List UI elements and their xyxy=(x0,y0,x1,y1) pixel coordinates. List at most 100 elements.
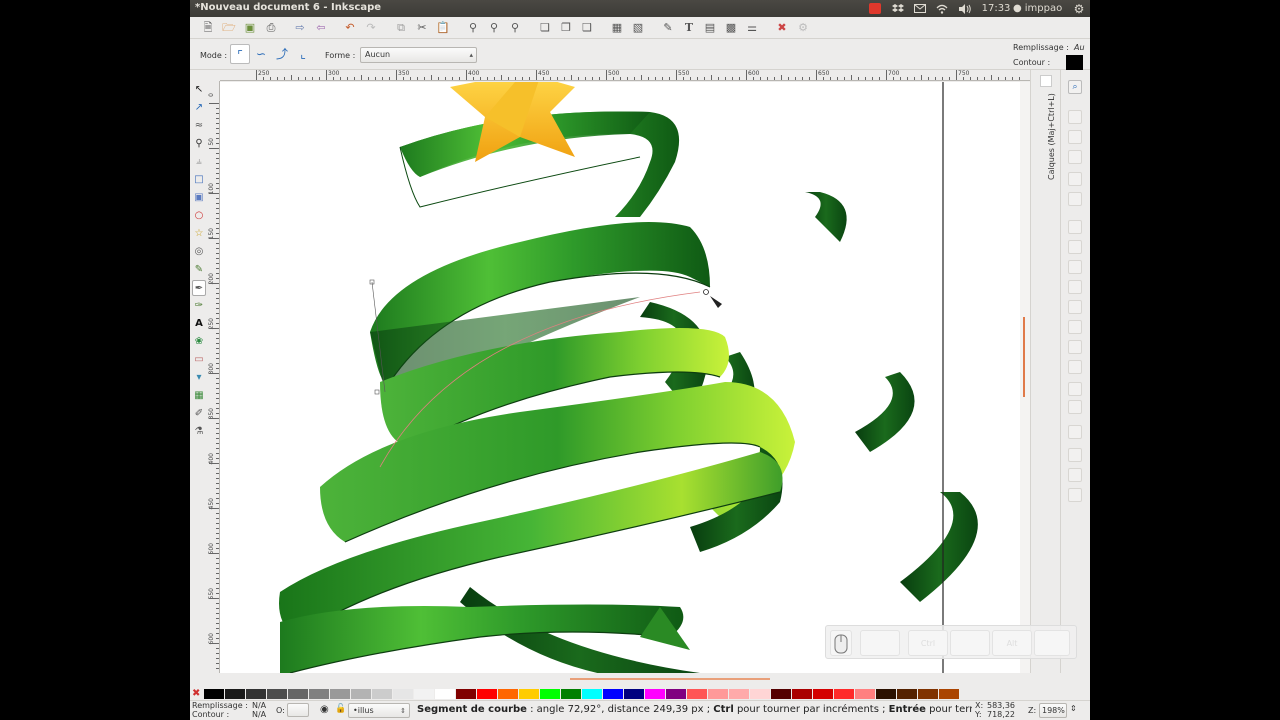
open-icon[interactable]: 🗁 xyxy=(221,20,237,36)
scrollbar-thumb[interactable] xyxy=(1023,317,1025,397)
vertical-ruler[interactable]: 050100150200250300350400450500550600650 xyxy=(208,81,220,673)
layer-lock-icon[interactable]: 🔓 xyxy=(335,704,346,714)
layers-dock-tab[interactable]: Calques (Maj+Ctrl+L) xyxy=(1047,93,1056,180)
selector-tool-icon[interactable]: ↖ xyxy=(192,82,206,98)
redo-icon[interactable]: ↷ xyxy=(363,20,379,36)
palette-swatch[interactable] xyxy=(414,689,434,699)
palette-swatch[interactable] xyxy=(540,689,560,699)
shape-select[interactable]: Aucun ▴ xyxy=(360,47,477,63)
user-menu[interactable]: ● imppao xyxy=(1013,1,1073,16)
palette-swatch[interactable] xyxy=(372,689,392,699)
rectangle-tool-icon[interactable]: □ xyxy=(192,172,206,188)
drawing-canvas[interactable] xyxy=(220,82,1020,673)
paste-icon[interactable]: 📋 xyxy=(435,20,451,36)
gradient-tool-icon[interactable]: ▦ xyxy=(192,388,206,404)
vertical-scrollbar[interactable] xyxy=(1020,82,1030,673)
palette-swatch[interactable] xyxy=(435,689,455,699)
palette-swatch[interactable] xyxy=(267,689,287,699)
connector-tool-icon[interactable]: ⚗ xyxy=(192,424,206,440)
xml-editor-icon[interactable]: ▩ xyxy=(723,20,739,36)
undo-icon[interactable]: ↶ xyxy=(342,20,358,36)
wifi-icon[interactable] xyxy=(934,1,950,16)
layers-icon[interactable]: ▤ xyxy=(702,20,718,36)
snap-option-icon[interactable] xyxy=(1068,488,1082,502)
snap-option-icon[interactable] xyxy=(1068,192,1082,206)
stroke-color-swatch[interactable] xyxy=(1066,55,1083,70)
copy-icon[interactable]: ⧉ xyxy=(393,20,409,36)
palette-swatch[interactable] xyxy=(519,689,539,699)
snap-option-icon[interactable] xyxy=(1068,110,1082,124)
snap-option-icon[interactable] xyxy=(1068,280,1082,294)
palette-swatch[interactable] xyxy=(603,689,623,699)
spiral-tool-icon[interactable]: ◎ xyxy=(192,244,206,260)
unlink-clone-icon[interactable]: ❑ xyxy=(579,20,595,36)
mode-bspline-button[interactable]: ⤴ xyxy=(272,44,292,64)
pen-tool-icon[interactable]: ✒ xyxy=(192,280,206,296)
update-notifier-icon[interactable] xyxy=(868,1,882,16)
star-tool-icon[interactable]: ☆ xyxy=(192,226,206,242)
calligraphy-tool-icon[interactable]: ✑ xyxy=(192,298,206,314)
palette-swatch[interactable] xyxy=(897,689,917,699)
snap-option-icon[interactable] xyxy=(1068,172,1082,186)
palette-swatch[interactable] xyxy=(876,689,896,699)
zoom-spin-icon[interactable]: ⇕ xyxy=(1070,704,1077,713)
zoom-drawing-icon[interactable]: ⚲ xyxy=(486,20,502,36)
palette-swatch[interactable] xyxy=(855,689,875,699)
dock-handle[interactable] xyxy=(1040,75,1052,87)
export-icon[interactable]: ⇦ xyxy=(313,20,329,36)
palette-swatch[interactable] xyxy=(561,689,581,699)
palette-swatch[interactable] xyxy=(225,689,245,699)
settings-gear-icon[interactable]: ⚙ xyxy=(1072,1,1086,16)
pencil-tool-icon[interactable]: ✎ xyxy=(192,262,206,278)
palette-swatch[interactable] xyxy=(582,689,602,699)
palette-swatch[interactable] xyxy=(477,689,497,699)
mode-paraxial-button[interactable]: ⌞ xyxy=(293,44,313,64)
fill-stroke-icon[interactable]: ✎ xyxy=(660,20,676,36)
palette-swatch[interactable] xyxy=(204,689,224,699)
group-icon[interactable]: ▦ xyxy=(609,20,625,36)
cut-icon[interactable]: ✂ xyxy=(414,20,430,36)
import-icon[interactable]: ⇨ xyxy=(292,20,308,36)
new-icon[interactable]: 🗎 xyxy=(200,20,216,36)
palette-swatch[interactable] xyxy=(708,689,728,699)
palette-swatch[interactable] xyxy=(729,689,749,699)
palette-swatch[interactable] xyxy=(393,689,413,699)
palette-swatch[interactable] xyxy=(330,689,350,699)
align-icon[interactable]: ⚌ xyxy=(744,20,760,36)
snap-option-icon[interactable] xyxy=(1068,360,1082,374)
ungroup-icon[interactable]: ▧ xyxy=(630,20,646,36)
clock[interactable]: 17:33 xyxy=(982,1,1011,16)
palette-swatch[interactable] xyxy=(309,689,329,699)
palette-swatch[interactable] xyxy=(813,689,833,699)
palette-swatch[interactable] xyxy=(645,689,665,699)
no-paint-icon[interactable]: ✖ xyxy=(192,688,200,699)
document-properties-icon[interactable]: ⚙ xyxy=(795,20,811,36)
mail-icon[interactable] xyxy=(912,1,928,16)
palette-swatch[interactable] xyxy=(288,689,308,699)
snap-option-icon[interactable] xyxy=(1068,320,1082,334)
palette-swatch[interactable] xyxy=(351,689,371,699)
eraser-tool-icon[interactable]: ▭ xyxy=(192,352,206,368)
snap-option-icon[interactable] xyxy=(1068,340,1082,354)
palette-swatch[interactable] xyxy=(939,689,959,699)
palette-swatch[interactable] xyxy=(834,689,854,699)
snap-option-icon[interactable] xyxy=(1068,382,1082,396)
snap-option-icon[interactable] xyxy=(1068,240,1082,254)
node-tool-icon[interactable]: ↗ xyxy=(192,100,206,116)
zoom-field[interactable]: 198% xyxy=(1039,703,1067,718)
snap-option-icon[interactable] xyxy=(1068,220,1082,234)
dropbox-icon[interactable] xyxy=(890,1,906,16)
volume-icon[interactable] xyxy=(956,1,974,16)
3dbox-tool-icon[interactable]: ▣ xyxy=(192,190,206,206)
tweak-tool-icon[interactable]: ≈ xyxy=(192,118,206,134)
spray-tool-icon[interactable]: ❀ xyxy=(192,334,206,350)
text-tool-icon[interactable]: A xyxy=(192,316,206,332)
preferences-icon[interactable]: ✖ xyxy=(774,20,790,36)
mode-regular-bezier-button[interactable]: ⌜ xyxy=(230,44,250,64)
snap-option-icon[interactable] xyxy=(1068,260,1082,274)
palette-swatch[interactable] xyxy=(750,689,770,699)
snap-option-icon[interactable] xyxy=(1068,448,1082,462)
palette-swatch[interactable] xyxy=(246,689,266,699)
snap-option-icon[interactable] xyxy=(1068,425,1082,439)
bucket-tool-icon[interactable]: ▾ xyxy=(192,370,206,386)
